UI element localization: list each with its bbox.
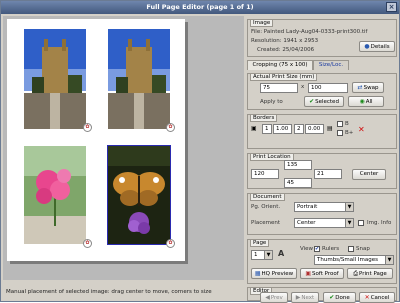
chevron-down-icon: ▼ — [345, 219, 353, 227]
details-button[interactable]: ●Details — [359, 41, 395, 52]
cancel-button[interactable]: ✕Cancel — [359, 292, 395, 303]
border-size-input[interactable]: 1.00 — [273, 124, 292, 134]
church-image — [24, 29, 86, 129]
border-width-stepper[interactable]: 1 — [262, 124, 272, 134]
image-info-group: Image File: Painted Lady-Aug04-0333-prin… — [247, 19, 397, 57]
page-number-select[interactable]: 1 ▼ — [251, 250, 273, 260]
view-label: View — [300, 246, 314, 252]
full-page-editor-window: Full Page Editor (page 1 of 1) × ✿ ✿ ✿ ✿… — [0, 0, 400, 303]
photo-church-1[interactable] — [24, 29, 86, 129]
actual-size-group: Actual Print Size (mm) 75 x 100 ⇄Swap Ap… — [247, 73, 397, 110]
next-icon: ▶ — [295, 294, 301, 301]
all-icon: ◉ — [359, 98, 365, 105]
size-separator: x — [301, 84, 305, 90]
document-label: Document — [250, 193, 285, 201]
rulers-checkbox[interactable]: ✔ — [314, 246, 320, 252]
img-info-label: Img. Info — [367, 220, 392, 226]
created-date: Created: 25/04/2006 — [257, 47, 315, 53]
resolution: Resolution: 1941 x 2953 — [251, 38, 319, 44]
bottom-position-input[interactable]: 45 — [284, 178, 312, 188]
cancel-icon: ✕ — [364, 294, 370, 301]
prev-icon: ◀ — [265, 294, 270, 301]
details-icon: ● — [364, 43, 370, 50]
title-bar: Full Page Editor (page 1 of 1) × — [1, 1, 399, 14]
preview-icon: ▦ — [254, 270, 261, 277]
page-section-label: Page — [250, 239, 270, 247]
printer-icon: ⎙ — [353, 270, 359, 277]
actual-size-label: Actual Print Size (mm) — [250, 73, 318, 81]
swap-button[interactable]: ⇄Swap — [352, 82, 384, 93]
right-position-input[interactable]: 21 — [314, 169, 342, 179]
prev-button[interactable]: ◀Prev — [260, 292, 288, 303]
border-icon: ▣ — [251, 125, 257, 132]
orientation-select[interactable]: Portrait ▼ — [294, 202, 354, 212]
border-b-checkbox[interactable] — [337, 121, 343, 127]
rulers-label: Rulers — [322, 246, 340, 252]
photo-3-badge-icon[interactable]: ✿ — [83, 239, 92, 248]
done-button[interactable]: ✔Done — [323, 292, 356, 303]
soft-proof-icon: ▣ — [305, 270, 312, 277]
border-bplus-checkbox[interactable] — [337, 130, 343, 136]
top-position-input[interactable]: 135 — [284, 160, 312, 170]
text-tool-icon[interactable]: A — [278, 249, 284, 258]
img-info-checkbox[interactable] — [358, 220, 364, 226]
photo-butterfly-selected[interactable] — [107, 145, 171, 245]
left-position-input[interactable]: 120 — [251, 169, 279, 179]
page-canvas[interactable]: ✿ ✿ ✿ ✿ — [3, 16, 244, 280]
print-page-button[interactable]: ⎙Print Page — [347, 268, 393, 279]
soft-proof-button[interactable]: ▣Soft Proof — [300, 268, 344, 279]
document-group: Document Pg. Orient. Portrait ▼ Placemen… — [247, 193, 397, 235]
window-title: Full Page Editor (page 1 of 1) — [146, 3, 254, 11]
page-group: Page 1 ▼ A View ✔ Rulers Snap Thumbs/Sma… — [247, 239, 397, 284]
editor-group: Editor ◀Prev ▶Next ✔Done ✕Cancel — [247, 287, 397, 303]
border-b-label: B — [345, 121, 349, 127]
tab-size-loc[interactable]: Size/Loc. — [313, 60, 349, 70]
apply-all-button[interactable]: ◉All — [348, 96, 384, 107]
color-swatch-icon[interactable]: ▤ — [327, 125, 333, 132]
apply-to-label: Apply to — [260, 99, 283, 105]
snap-label: Snap — [356, 246, 370, 252]
remove-border-icon[interactable]: ✕ — [358, 125, 365, 134]
check-icon: ✔ — [309, 98, 315, 105]
next-button[interactable]: ▶Next — [291, 292, 319, 303]
chevron-down-icon: ▼ — [385, 256, 393, 264]
chevron-down-icon: ▼ — [345, 203, 353, 211]
width-input[interactable]: 75 — [260, 83, 298, 93]
print-page[interactable]: ✿ ✿ ✿ ✿ — [7, 19, 185, 261]
tab-cropping[interactable]: Cropping (75 x 100) — [247, 60, 313, 70]
status-bar: Manual placement of selected image: drag… — [6, 289, 212, 295]
swap-icon: ⇄ — [357, 84, 363, 91]
church-image — [108, 29, 170, 129]
photo-4-badge-icon[interactable]: ✿ — [166, 239, 175, 248]
photo-2-badge-icon[interactable]: ✿ — [166, 123, 175, 132]
orient-label: Pg. Orient. — [251, 204, 281, 210]
view-mode-select[interactable]: Thumbs/Small Images ▼ — [314, 255, 394, 265]
photo-church-2[interactable] — [108, 29, 170, 129]
snap-checkbox[interactable] — [348, 246, 354, 252]
chevron-down-icon: ▼ — [264, 251, 272, 259]
butterfly-image — [108, 146, 170, 244]
done-icon: ✔ — [329, 294, 335, 301]
image-section-label: Image — [250, 19, 274, 27]
center-button[interactable]: Center — [352, 169, 386, 180]
borders-group: Borders ▣ 1 1.00 2 0.00 ▤ B B+ ✕ — [247, 114, 397, 149]
border-offset-input[interactable]: 0.00 — [305, 124, 324, 134]
file-name: File: Painted Lady-Aug04-0333-print300.t… — [251, 29, 368, 35]
border-bplus-label: B+ — [345, 130, 354, 136]
hq-preview-button[interactable]: ▦HQ Preview — [251, 268, 297, 279]
photo-1-badge-icon[interactable]: ✿ — [83, 123, 92, 132]
placement-label: Placement — [251, 220, 281, 226]
placement-select[interactable]: Center ▼ — [294, 218, 354, 228]
borders-label: Borders — [250, 114, 278, 122]
border-count-stepper[interactable]: 2 — [294, 124, 304, 134]
apply-selected-button[interactable]: ✔Selected — [304, 96, 344, 107]
photo-flower[interactable] — [24, 146, 86, 244]
flower-image — [24, 146, 86, 244]
close-icon[interactable]: × — [386, 2, 397, 12]
print-location-group: Print Location 135 120 21 45 Center — [247, 153, 397, 189]
height-input[interactable]: 100 — [308, 83, 348, 93]
